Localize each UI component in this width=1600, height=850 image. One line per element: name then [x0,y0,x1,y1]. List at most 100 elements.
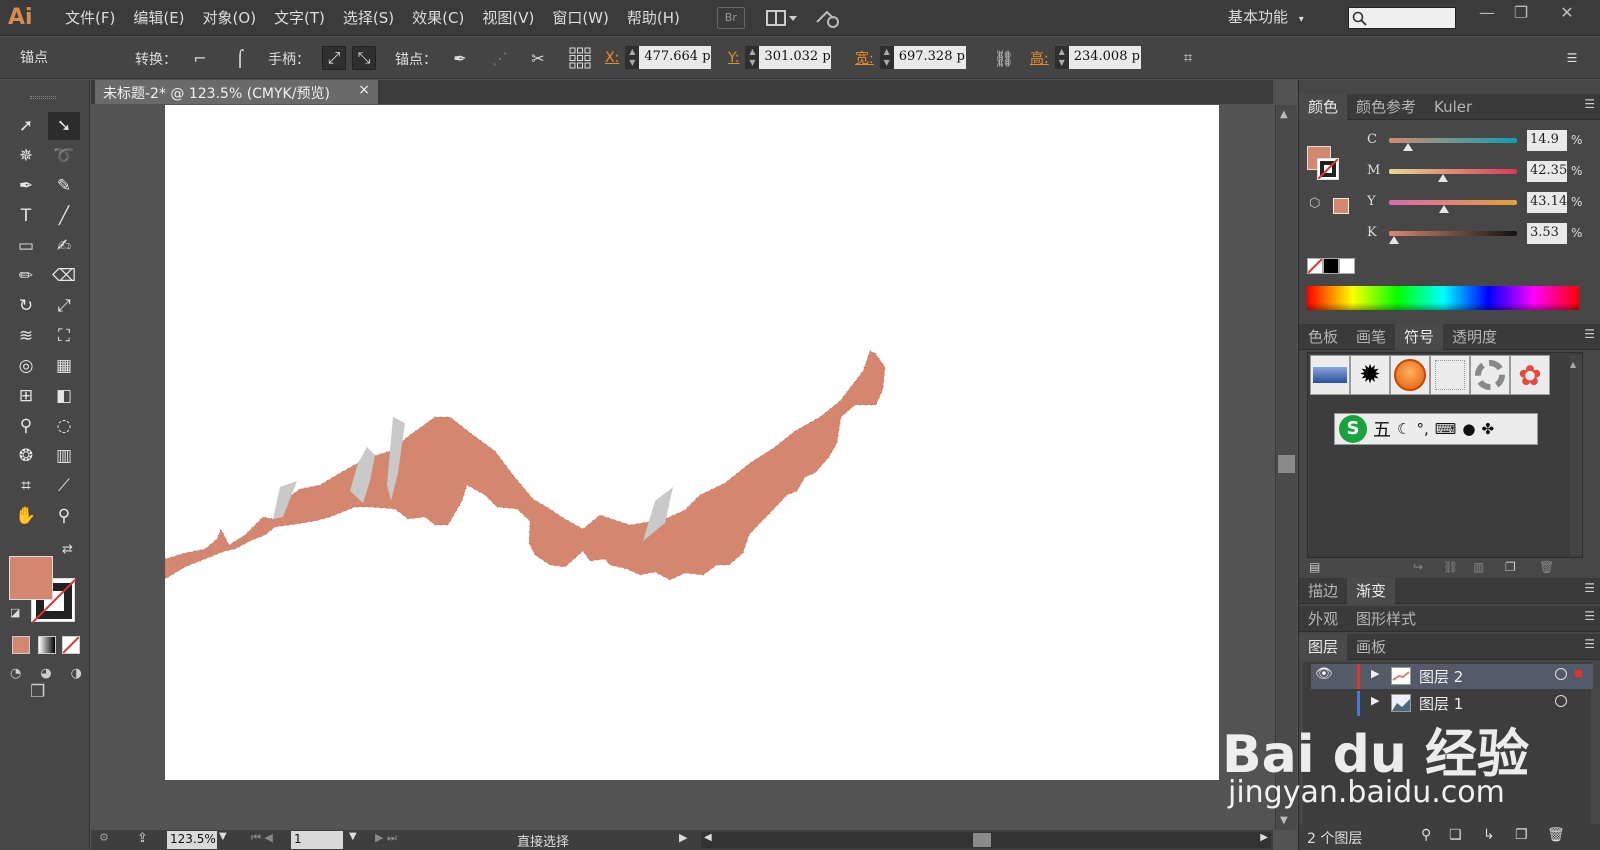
rotate-tool-icon[interactable]: ↻ [10,292,42,320]
scroll-down-icon[interactable]: ▼ [1280,815,1288,826]
blend-tool-icon[interactable]: ◌ [48,412,80,440]
yellow-slider[interactable] [1389,200,1517,205]
document-tab[interactable]: 未标题-2* @ 123.5% (CMYK/预览) × [95,80,378,104]
draw-inside-icon[interactable]: ◑ [71,666,82,686]
menu-object[interactable]: 对象(O) [194,0,266,36]
new-layer-icon[interactable]: ❐ [1515,827,1528,843]
gpu-button[interactable] [813,7,843,29]
scroll-right-icon[interactable]: ▶ [1260,832,1268,843]
constrain-proportions-icon[interactable]: ⛓ [992,46,1016,70]
tab-color-guide[interactable]: 颜色参考 [1347,94,1425,120]
none-mode-button[interactable] [62,636,80,654]
scale-tool-icon[interactable]: ⤢ [48,292,80,320]
mesh-tool-icon[interactable]: ⊞ [10,382,42,410]
hand-tool-icon[interactable]: ✋ [10,502,42,530]
mountain-shape[interactable] [164,350,886,581]
scroll-up-icon[interactable]: ▲ [1280,109,1288,120]
panel-menu-icon[interactable]: ☰ [1584,327,1595,341]
hide-handles-icon[interactable]: ⤡ [352,46,376,70]
symbol-sogou-toolbar[interactable]: S 五 ☾ °, ⌨ ● ✤ [1334,413,1538,445]
isolate-selection-icon[interactable]: ⌗ [1176,46,1200,70]
fill-swatch-front[interactable] [9,556,53,600]
visibility-eye-icon[interactable]: 👁 [1315,666,1333,682]
paintbrush-tool-icon[interactable]: ✍ [48,232,80,260]
remove-anchor-icon[interactable]: ✒ [448,46,472,70]
cut-path-icon[interactable]: ✂ [526,46,550,70]
tab-color[interactable]: 颜色 [1299,93,1348,120]
tab-symbols[interactable]: 符号 [1395,323,1444,350]
magenta-slider-thumb[interactable] [1438,174,1449,182]
black-slider-thumb[interactable] [1388,236,1399,244]
delete-layer-icon[interactable]: 🗑 [1547,827,1565,843]
symbol-sprayer-tool-icon[interactable]: ❂ [10,442,42,470]
rectangle-tool-icon[interactable]: ▭ [10,232,42,260]
convert-corner-icon[interactable]: ⌐ [188,46,212,70]
expand-triangle-icon[interactable]: ▶ [1371,694,1379,707]
magenta-value[interactable]: 42.35 [1527,161,1567,182]
symbol-library-icon[interactable]: ▤ [1309,560,1320,574]
artboard-tool-icon[interactable]: ⌗ [10,472,42,500]
x-value[interactable]: 477.664 p [639,46,712,69]
first-artboard-icon[interactable]: ⏮ ◀ [251,831,273,845]
tab-brushes[interactable]: 画笔 [1347,324,1395,350]
none-swatch[interactable] [1307,258,1323,274]
height-value[interactable]: 234.008 p [1068,46,1141,69]
menu-view[interactable]: 视图(V) [473,0,543,36]
free-transform-tool-icon[interactable]: ⛶ [48,322,80,350]
symbol-ring[interactable] [1470,355,1510,395]
magic-wand-tool-icon[interactable]: ✵ [10,142,42,170]
shape-builder-tool-icon[interactable]: ◎ [10,352,42,380]
new-symbol-icon[interactable]: ❐ [1505,560,1516,574]
symbol-flower[interactable]: ✿ [1510,355,1550,395]
y-field[interactable]: Y: ▲ ▼ 301.032 p [728,46,832,69]
black-swatch[interactable] [1323,258,1339,274]
tab-graphic-styles[interactable]: 图形样式 [1347,606,1425,632]
layer-row[interactable]: 👁 ▶ 图层 2 [1311,664,1593,689]
pencil-tool-icon[interactable]: ✏ [10,262,42,290]
menu-help[interactable]: 帮助(H) [618,0,689,36]
yellow-slider-thumb[interactable] [1439,205,1450,213]
target-circle-icon[interactable] [1555,668,1567,680]
width-tool-icon[interactable]: ≋ [10,322,42,350]
height-stepper[interactable]: ▲ ▼ [1054,46,1069,69]
lasso-tool-icon[interactable]: ➰ [48,142,80,170]
line-tool-icon[interactable]: ╱ [48,202,80,230]
symbol-ink-splat[interactable]: ✹ [1350,355,1390,395]
artboard-dropdown-icon[interactable]: ▼ [349,831,357,842]
menu-file[interactable]: 文件(F) [56,0,124,36]
scroll-left-icon[interactable]: ◀ [704,832,712,843]
panel-menu-icon[interactable]: ☰ [1584,637,1595,651]
horizontal-scrollbar[interactable]: ◀ ▶ [701,832,1271,848]
zoom-tool-icon[interactable]: ⚲ [48,502,80,530]
panel-menu-icon[interactable]: ☰ [1584,97,1595,111]
eraser-tool-icon[interactable]: ⌫ [48,262,80,290]
color-mode-button[interactable] [12,636,30,654]
symbols-scrollbar[interactable]: ▲ [1570,355,1582,555]
width-stepper[interactable]: ▲ ▼ [879,46,894,69]
yellow-value[interactable]: 43.14 [1527,192,1567,213]
tab-gradient[interactable]: 渐变 [1347,577,1396,604]
height-field[interactable]: 高: ▲ ▼ 234.008 p [1030,46,1141,69]
convert-smooth-icon[interactable]: ⌠ [228,46,252,70]
magenta-slider[interactable] [1389,169,1517,174]
close-window-button[interactable]: ✕ [1550,2,1584,24]
tab-stroke[interactable]: 描边 [1299,578,1347,604]
menu-effect[interactable]: 效果(C) [403,0,473,36]
reference-point-icon[interactable] [568,46,592,70]
show-handles-icon[interactable]: ⤢ [322,46,346,70]
symbol-dotted-frame[interactable] [1430,355,1470,395]
black-slider[interactable] [1389,231,1517,236]
y-value[interactable]: 301.032 p [759,46,832,69]
minimize-button[interactable]: — [1470,2,1504,24]
target-circle-icon[interactable] [1555,695,1567,707]
new-sublayer-icon[interactable]: ↳ [1483,827,1495,843]
status-menu-icon[interactable]: ▶ [679,831,687,844]
layer-name[interactable]: 图层 2 [1419,666,1463,687]
x-field[interactable]: X: ▲ ▼ 477.664 p [605,46,712,69]
selection-indicator[interactable] [1575,670,1582,677]
menu-type[interactable]: 文字(T) [265,0,334,36]
white-swatch[interactable] [1339,258,1355,274]
column-graph-tool-icon[interactable]: ▥ [48,442,80,470]
eyedropper-tool-icon[interactable]: ⚲ [10,412,42,440]
default-colors-icon[interactable]: ◪ [10,606,20,619]
